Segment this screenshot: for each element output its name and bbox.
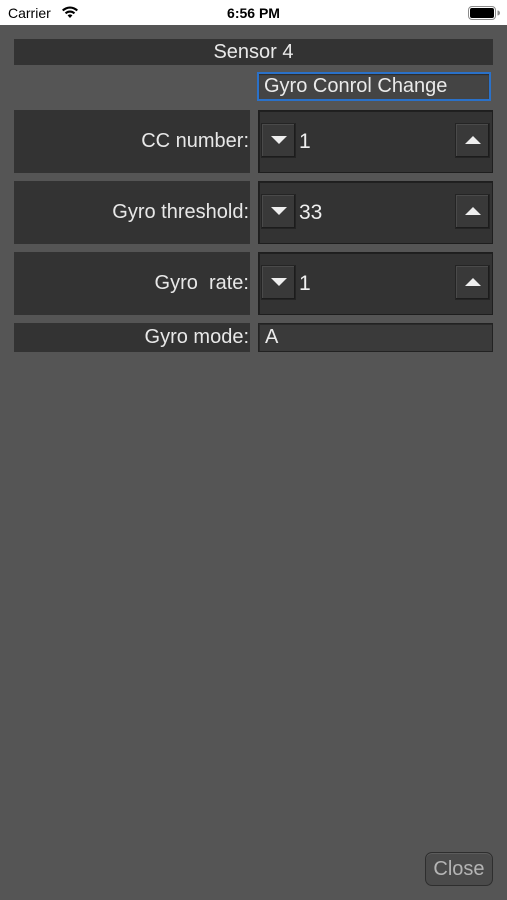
clock: 6:56 PM bbox=[227, 5, 280, 21]
cc-number-stepper[interactable]: 1 bbox=[258, 110, 493, 173]
triangle-down-icon bbox=[271, 136, 287, 144]
triangle-down-icon bbox=[271, 207, 287, 215]
gyro-mode-label: Gyro mode: bbox=[14, 323, 250, 352]
gyro-rate-decrement-button[interactable] bbox=[261, 265, 296, 300]
gyro-rate-increment-button[interactable] bbox=[455, 265, 490, 300]
triangle-up-icon bbox=[465, 136, 481, 144]
gyro-rate-stepper[interactable]: 1 bbox=[258, 252, 493, 315]
triangle-up-icon bbox=[465, 278, 481, 286]
gyro-threshold-label: Gyro threshold: bbox=[14, 181, 250, 244]
status-bar: Carrier 6:56 PM bbox=[0, 0, 507, 25]
sensor-title: Sensor 4 bbox=[14, 39, 493, 65]
cc-number-value: 1 bbox=[299, 130, 311, 153]
cc-number-label: CC number: bbox=[14, 110, 250, 173]
gyro-mode-field[interactable]: A bbox=[258, 323, 493, 352]
triangle-up-icon bbox=[465, 207, 481, 215]
triangle-down-icon bbox=[271, 278, 287, 286]
control-mode-field[interactable]: Gyro Conrol Change bbox=[257, 72, 491, 101]
gyro-threshold-stepper[interactable]: 33 bbox=[258, 181, 493, 244]
gyro-threshold-decrement-button[interactable] bbox=[261, 194, 296, 229]
gyro-threshold-increment-button[interactable] bbox=[455, 194, 490, 229]
gyro-rate-value: 1 bbox=[299, 272, 311, 295]
gyro-rate-label: Gyro rate: bbox=[14, 252, 250, 315]
close-button[interactable]: Close bbox=[425, 852, 493, 886]
cc-number-increment-button[interactable] bbox=[455, 123, 490, 158]
gyro-threshold-value: 33 bbox=[299, 201, 323, 224]
cc-number-decrement-button[interactable] bbox=[261, 123, 296, 158]
gyro-rate-label-text: Gyro rate: bbox=[154, 272, 249, 294]
battery-icon bbox=[468, 6, 500, 20]
